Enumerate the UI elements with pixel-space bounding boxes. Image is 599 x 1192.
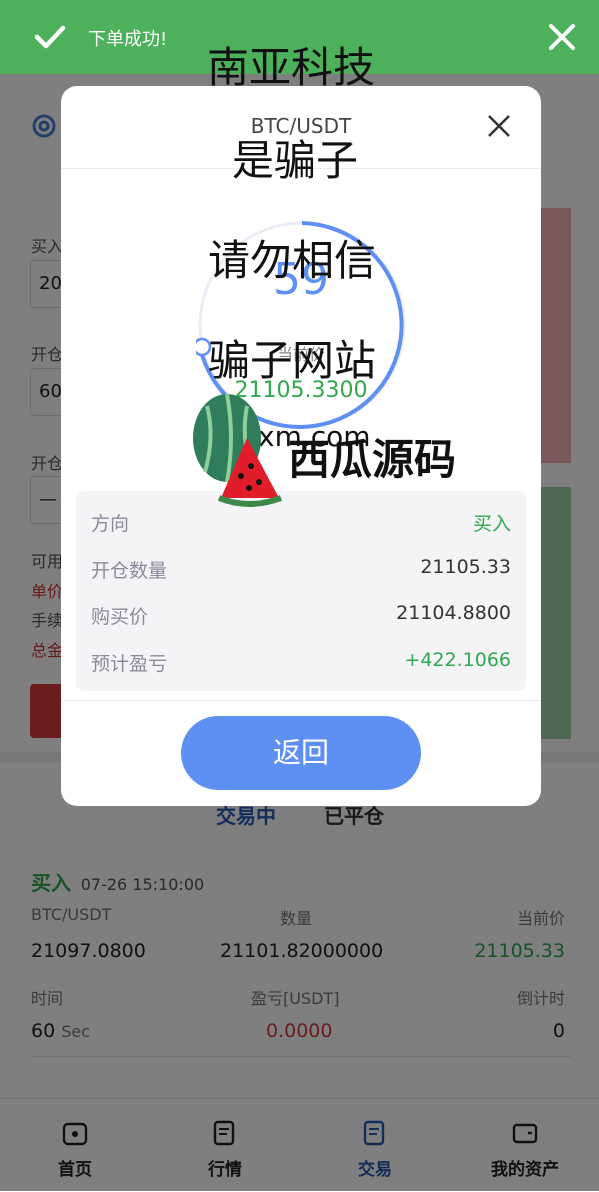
info-value: +422.1066 (404, 649, 511, 671)
info-label: 预计盈亏 (91, 653, 168, 675)
brand-watermark: 西瓜源码 (288, 435, 457, 484)
info-row-buy-price: 购买价 21104.8800 (91, 592, 511, 638)
company-watermark: 南亚科技 (207, 43, 376, 92)
info-row-quantity: 开仓数量 21105.33 (91, 546, 511, 592)
info-label: 购买价 (91, 606, 149, 628)
modal-close-icon[interactable] (487, 114, 511, 138)
warning-watermark-2: 请勿相信 (208, 236, 377, 285)
modal-footer-divider (61, 700, 541, 701)
info-label: 方向 (91, 513, 130, 535)
info-value: 21105.33 (420, 556, 511, 578)
info-value: 买入 (472, 513, 511, 535)
toast-close-icon[interactable] (548, 23, 576, 51)
info-label: 开仓数量 (91, 560, 168, 582)
checkmark-icon (34, 25, 66, 49)
trading-page: 买入 20 开仓 60 开仓 — 可用 单价 手续 总金 交易中 已平仓 买入 … (0, 0, 599, 1192)
order-info-box: 方向 买入 开仓数量 21105.33 购买价 21104.8800 预计盈亏 … (76, 491, 526, 691)
toast-message: 下单成功! (88, 29, 168, 50)
warning-watermark-1: 是骗子 (232, 136, 359, 185)
info-row-estimated-pnl: 预计盈亏 +422.1066 (91, 639, 511, 685)
return-button[interactable]: 返回 (181, 716, 421, 790)
watermelon-logo-icon (193, 393, 283, 507)
info-value: 21104.8800 (396, 602, 511, 624)
info-row-direction: 方向 买入 (91, 499, 511, 545)
warning-watermark-3: 骗子网站 (208, 336, 377, 385)
